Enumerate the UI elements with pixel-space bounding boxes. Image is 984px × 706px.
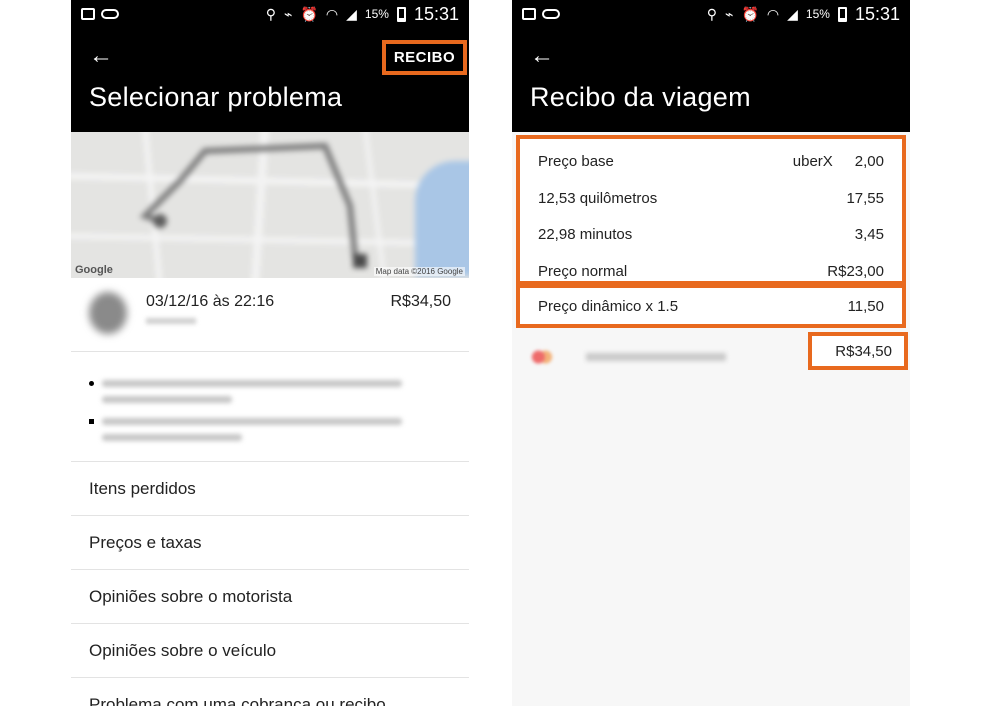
battery-icon bbox=[396, 6, 406, 22]
surge-label: Preço dinâmico x 1.5 bbox=[538, 297, 679, 315]
status-bar: ⚲ ⌁ ⏰ ◠ ◢ 15% 15:31 bbox=[71, 0, 469, 28]
menu-item-charge-problem[interactable]: Problema com uma cobrança ou recibo bbox=[71, 678, 469, 706]
map-credit: Map data ©2016 Google bbox=[373, 267, 465, 276]
fare-row-surge: Preço dinâmico x 1.5 11,50 bbox=[538, 296, 884, 316]
app-bar: ← Recibo da viagem bbox=[512, 28, 910, 132]
clock: 15:31 bbox=[854, 3, 900, 24]
status-bar: ⚲ ⌁ ⏰ ◠ ◢ 15% 15:31 bbox=[512, 0, 910, 28]
battery-icon bbox=[837, 6, 847, 22]
voicemail-icon bbox=[101, 9, 119, 19]
fare-value: 17,55 bbox=[846, 189, 884, 207]
fare-row-base: Preço base uberX 2,00 bbox=[538, 151, 884, 171]
driver-avatar bbox=[89, 292, 127, 334]
battery-percent: 15% bbox=[364, 7, 389, 21]
menu-item-prices-fees[interactable]: Preços e taxas bbox=[71, 516, 469, 570]
credit-card-icon bbox=[530, 349, 554, 365]
dropoff-address-blurred-2 bbox=[102, 434, 242, 441]
receipt-button[interactable]: RECIBO bbox=[382, 40, 467, 75]
total-charge: R$34,50 bbox=[808, 332, 908, 370]
surge-pricing: Preço dinâmico x 1.5 11,50 bbox=[516, 284, 906, 328]
dropoff-address-line2 bbox=[102, 434, 242, 441]
trip-price: R$34,50 bbox=[390, 293, 452, 310]
battery-percent: 15% bbox=[805, 7, 830, 21]
pickup-dot-icon bbox=[89, 381, 94, 386]
surge-value: 11,50 bbox=[847, 297, 884, 315]
pickup-address bbox=[89, 380, 402, 387]
location-icon: ⚲ bbox=[265, 6, 277, 22]
fare-row-normal: Preço normal R$23,00 bbox=[538, 261, 884, 281]
fare-label: 12,53 quilômetros bbox=[538, 189, 658, 207]
page-title: Selecionar problema bbox=[89, 82, 343, 112]
trip-receipt-screen: ⚲ ⌁ ⏰ ◠ ◢ 15% 15:31 ← Recibo da viagem P… bbox=[512, 0, 910, 706]
screenshot-composite: ⚲ ⌁ ⏰ ◠ ◢ 15% 15:31 ← RECIBO Selecionar … bbox=[0, 0, 984, 706]
trip-driver-name-blurred bbox=[146, 318, 196, 324]
dropoff-address-blurred bbox=[102, 418, 402, 425]
pickup-address-blurred-2 bbox=[102, 396, 232, 403]
fare-label: 22,98 minutos bbox=[538, 225, 633, 243]
fare-value: 3,45 bbox=[854, 225, 884, 243]
gallery-notification-icon bbox=[522, 8, 536, 20]
google-logo: Google bbox=[75, 264, 113, 276]
location-icon: ⚲ bbox=[706, 6, 718, 22]
payment-row: R$34,50 bbox=[512, 332, 910, 370]
mute-icon: ⌁ bbox=[284, 6, 293, 22]
product-name: uberX bbox=[792, 152, 833, 170]
dropoff-square-icon bbox=[89, 419, 94, 424]
fare-value: R$23,00 bbox=[827, 262, 884, 280]
trip-date: 03/12/16 às 22:16 bbox=[146, 293, 275, 310]
gallery-notification-icon bbox=[81, 8, 95, 20]
signal-icon: ◢ bbox=[346, 6, 357, 22]
alarm-icon: ⏰ bbox=[300, 6, 318, 22]
pickup-address-line2 bbox=[102, 396, 232, 403]
trip-addresses bbox=[71, 352, 469, 462]
menu-item-vehicle-feedback[interactable]: Opiniões sobre o veículo bbox=[71, 624, 469, 678]
map-water bbox=[415, 161, 469, 276]
voicemail-icon bbox=[542, 9, 560, 19]
fare-label: Preço normal bbox=[538, 262, 628, 280]
menu-item-lost-items[interactable]: Itens perdidos bbox=[71, 462, 469, 516]
payment-method-blurred bbox=[586, 353, 726, 361]
fare-label: Preço base bbox=[538, 152, 614, 170]
route-map-graphic bbox=[71, 132, 469, 278]
select-problem-screen: ⚲ ⌁ ⏰ ◠ ◢ 15% 15:31 ← RECIBO Selecionar … bbox=[71, 0, 469, 706]
back-arrow-icon[interactable]: ← bbox=[89, 44, 113, 68]
wifi-icon: ◠ bbox=[325, 6, 339, 22]
app-bar: ← RECIBO Selecionar problema bbox=[71, 28, 469, 132]
fare-breakdown: Preço base uberX 2,00 12,53 quilômetros … bbox=[516, 135, 906, 285]
page-title: Recibo da viagem bbox=[530, 82, 751, 112]
dropoff-address bbox=[89, 418, 402, 425]
back-arrow-icon[interactable]: ← bbox=[530, 44, 554, 68]
fare-row-distance: 12,53 quilômetros 17,55 bbox=[538, 188, 884, 208]
fare-row-time: 22,98 minutos 3,45 bbox=[538, 224, 884, 244]
trip-map[interactable]: Google Map data ©2016 Google bbox=[71, 132, 469, 278]
trip-summary: 03/12/16 às 22:16 R$34,50 bbox=[71, 278, 469, 352]
alarm-icon: ⏰ bbox=[741, 6, 759, 22]
menu-item-driver-feedback[interactable]: Opiniões sobre o motorista bbox=[71, 570, 469, 624]
map-tiles bbox=[71, 132, 469, 278]
mute-icon: ⌁ bbox=[725, 6, 734, 22]
fare-value: 2,00 bbox=[854, 152, 884, 170]
pickup-address-blurred bbox=[102, 380, 402, 387]
wifi-icon: ◠ bbox=[766, 6, 780, 22]
clock: 15:31 bbox=[413, 3, 459, 24]
signal-icon: ◢ bbox=[787, 6, 798, 22]
